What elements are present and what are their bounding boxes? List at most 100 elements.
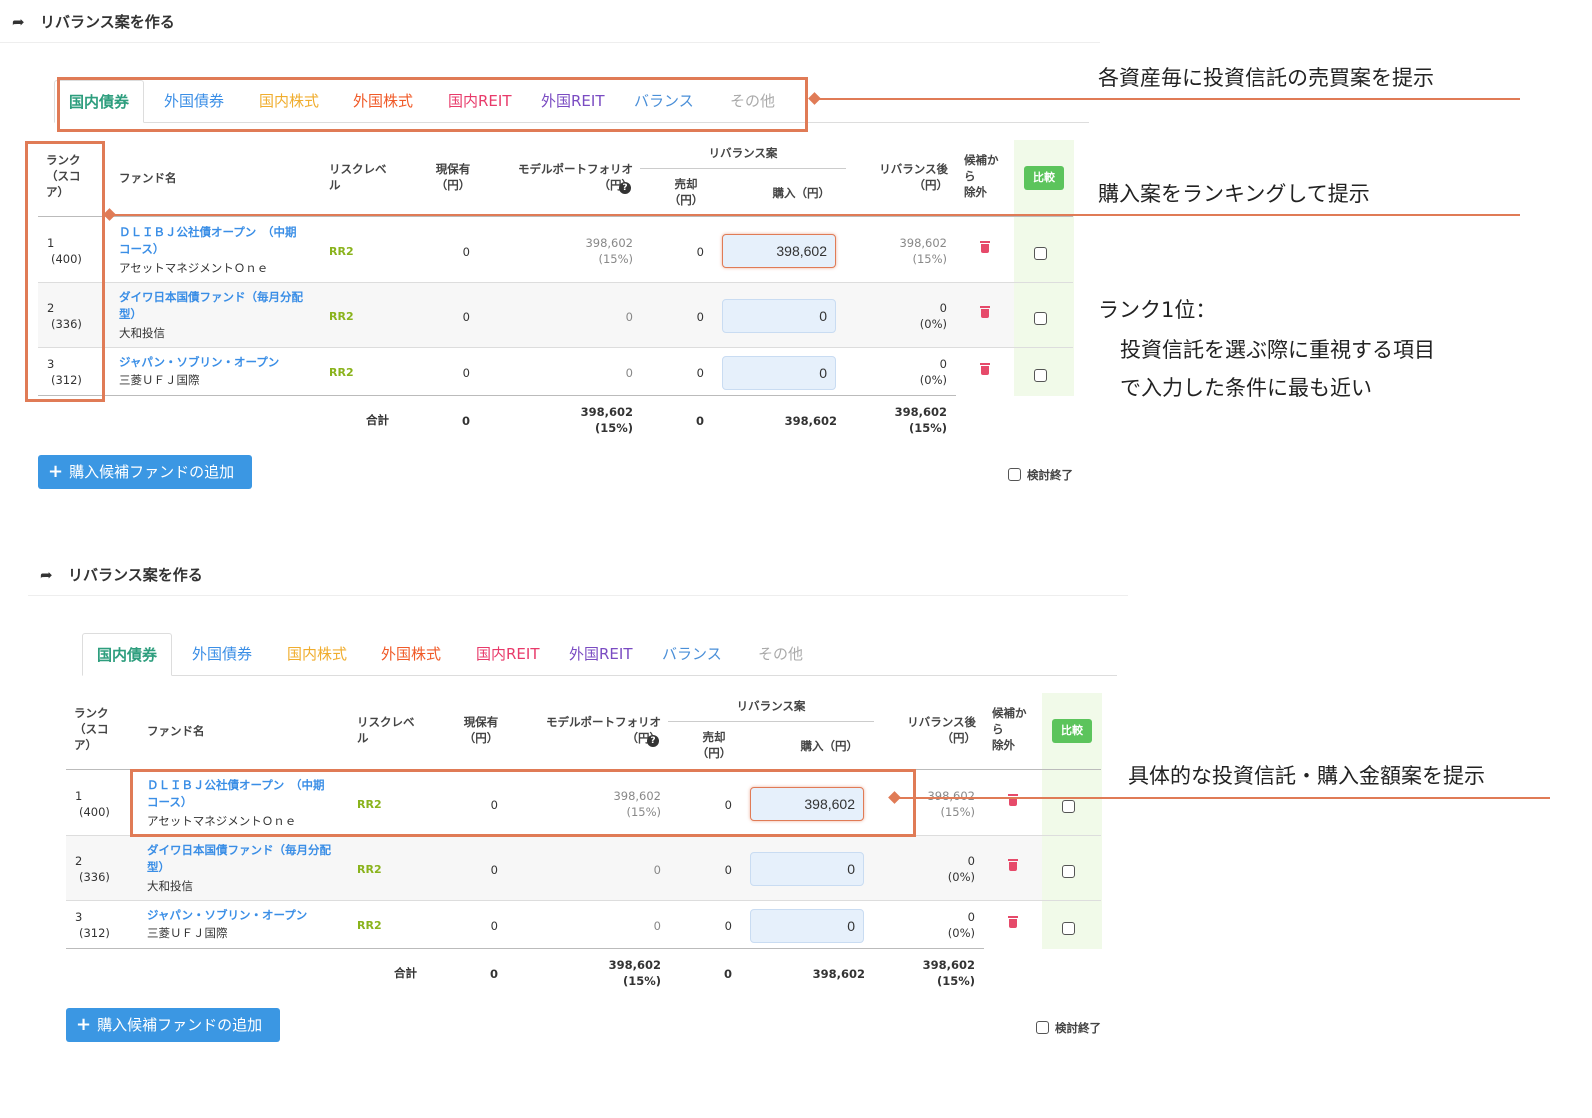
compare-checkbox[interactable] (1062, 865, 1075, 878)
trash-icon[interactable] (1008, 859, 1018, 871)
buy-amount-input[interactable]: 0 (722, 356, 836, 390)
rank-column-highlight (25, 141, 105, 402)
review-done-checkbox[interactable] (1036, 1021, 1049, 1034)
compare-button[interactable]: 比較 (1024, 166, 1064, 190)
fund-company: 大和投信 (119, 326, 165, 340)
trash-icon[interactable] (980, 241, 990, 253)
fund-name-link[interactable]: ダイワ日本国債ファンド（毎月分配 型） (147, 842, 357, 876)
sell-value: 0 (696, 366, 704, 380)
sell-value: 0 (724, 863, 732, 877)
compare-checkbox[interactable] (1062, 922, 1075, 935)
after-percent: (0%) (919, 317, 947, 331)
compare-checkbox[interactable] (1034, 369, 1047, 382)
compare-checkbox[interactable] (1062, 800, 1075, 813)
annotation-rank1-line1: 投資信託を選ぶ際に重視する項目 (1120, 338, 1435, 362)
rank-score: (400) (79, 805, 110, 819)
fund-company: 三菱ＵＦＪ国際 (119, 373, 200, 387)
panel-header: ➦ リバランス案を作る (0, 0, 1100, 43)
review-done-label: 検討終了 (1055, 1021, 1101, 1035)
rebalance-panel-top: ➦ リバランス案を作る 国内債券 外国債券 国内株式 外国株式 国内REIT 外… (0, 0, 1120, 540)
after-value: 0 (967, 910, 975, 924)
annotation-tabs: 各資産毎に投資信託の売買案を提示 (1098, 66, 1434, 90)
model-value: 0 (625, 366, 633, 380)
fund-row-highlight (130, 769, 916, 837)
total-after-percent: (15%) (936, 974, 975, 988)
help-icon[interactable]: ? (647, 735, 659, 747)
model-percent: (15%) (598, 252, 633, 266)
after-percent: (15%) (912, 252, 947, 266)
annotation-ranking: 購入案をランキングして提示 (1098, 182, 1370, 206)
risk-level: RR2 (357, 919, 382, 932)
tab-balance[interactable]: バランス (662, 633, 722, 675)
fund-name-link[interactable]: ジャパン・ソブリン・オープン (119, 354, 329, 371)
total-after-percent: (15%) (908, 421, 947, 435)
fund-name-link[interactable]: ジャパン・ソブリン・オープン (147, 907, 357, 924)
review-done-checkbox[interactable] (1008, 468, 1021, 481)
divider (38, 347, 1073, 348)
tab-foreign-bonds[interactable]: 外国債券 (192, 633, 252, 675)
model-value: 398,602 (585, 236, 633, 250)
review-done[interactable]: 検討終了 (1036, 1020, 1101, 1036)
divider (38, 216, 1073, 217)
holding-value: 0 (490, 919, 498, 933)
after-percent: (0%) (919, 373, 947, 387)
tab-foreign-stocks[interactable]: 外国株式 (381, 633, 441, 675)
add-button-label: 購入候補ファンドの追加 (69, 463, 235, 481)
header-buy: 購入（円） (772, 186, 831, 200)
sell-value: 0 (724, 919, 732, 933)
panel-title: リバランス案を作る (68, 566, 203, 584)
header-exclude: 候補か ら 除外 (992, 706, 1027, 752)
tab-domestic-reit[interactable]: 国内REIT (476, 633, 540, 675)
review-done[interactable]: 検討終了 (1008, 467, 1073, 483)
add-candidate-fund-button[interactable]: + 購入候補ファンドの追加 (38, 455, 252, 489)
trash-icon[interactable] (1008, 794, 1018, 806)
total-sell: 0 (723, 967, 732, 981)
header-after: リバランス後 （円） (879, 162, 948, 192)
buy-amount-input[interactable]: 398,602 (722, 234, 836, 268)
tab-other[interactable]: その他 (758, 633, 803, 675)
rank-score: (312) (79, 926, 110, 940)
trash-icon[interactable] (980, 363, 990, 375)
buy-amount-input[interactable]: 0 (750, 852, 864, 886)
tab-foreign-reit[interactable]: 外国REIT (569, 633, 633, 675)
buy-amount-input[interactable]: 0 (722, 299, 836, 333)
risk-level: RR2 (329, 366, 354, 379)
header-rebalance: リバランス案 (736, 699, 806, 713)
annotation-purchase: 具体的な投資信託・購入金額案を提示 (1128, 764, 1485, 788)
header-model: モデルポートフォリオ （円） (546, 715, 661, 745)
divider (66, 948, 984, 949)
total-model-percent: (15%) (594, 421, 633, 435)
tab-domestic-stocks[interactable]: 国内株式 (287, 633, 347, 675)
fund-name-link[interactable]: ダイワ日本国債ファンド（毎月分配 型） (119, 289, 329, 323)
compare-button[interactable]: 比較 (1052, 719, 1092, 743)
header-sell: 売却 （円） (696, 730, 732, 760)
header-sell: 売却 （円） (668, 177, 704, 207)
total-buy: 398,602 (812, 967, 865, 981)
total-model-percent: (15%) (622, 974, 661, 988)
model-value: 0 (625, 310, 633, 324)
panel-header: ➦ リバランス案を作る (28, 553, 1128, 596)
model-value: 0 (653, 919, 661, 933)
compare-checkbox[interactable] (1034, 312, 1047, 325)
total-after: 398,602 (894, 405, 947, 419)
trash-icon[interactable] (1008, 916, 1018, 928)
header-rank: ランク （スコ ア） (74, 706, 109, 752)
total-label: 合計 (366, 413, 389, 427)
header-exclude: 候補か ら 除外 (964, 153, 999, 199)
fund-name-link[interactable]: ＤＬＩＢＪ公社債オープン （中期 コース） (119, 224, 329, 258)
after-value: 0 (939, 357, 947, 371)
annotation-rank1-title: ランク1位： (1098, 298, 1217, 322)
tab-domestic-bonds[interactable]: 国内債券 (82, 633, 173, 676)
rank-score: (336) (79, 870, 110, 884)
trash-icon[interactable] (980, 306, 990, 318)
add-candidate-fund-button[interactable]: + 購入候補ファンドの追加 (66, 1008, 280, 1042)
sell-value: 0 (696, 310, 704, 324)
panel-title: リバランス案を作る (40, 13, 175, 31)
rank-number: 3 (75, 910, 83, 924)
share-arrow-icon: ➦ (40, 566, 53, 584)
total-model: 398,602 (580, 405, 633, 419)
header-buy: 購入（円） (800, 739, 859, 753)
buy-amount-input[interactable]: 0 (750, 909, 864, 943)
compare-checkbox[interactable] (1034, 247, 1047, 260)
help-icon[interactable]: ? (619, 182, 631, 194)
